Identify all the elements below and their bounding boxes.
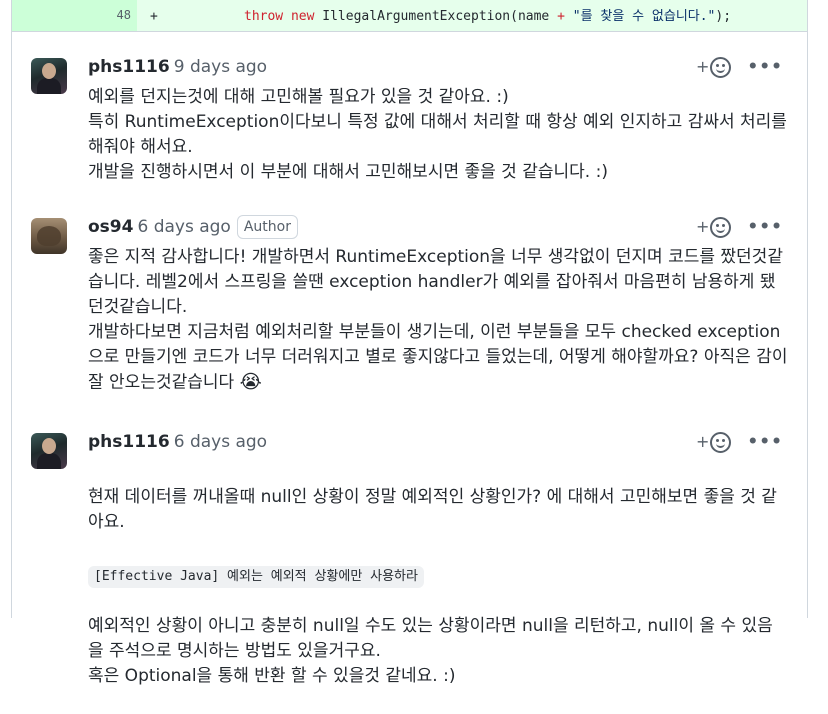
more-options-icon[interactable]: ••• bbox=[747, 54, 783, 80]
comment-timestamp[interactable]: 6 days ago bbox=[137, 217, 230, 237]
more-options-icon[interactable]: ••• bbox=[747, 429, 783, 455]
add-reaction-button[interactable]: + bbox=[696, 54, 732, 80]
add-reaction-button[interactable]: + bbox=[696, 429, 732, 455]
comment-body: 예외를 던지는것에 대해 고민해볼 필요가 있을 것 같아요. :) 특히 Ru… bbox=[88, 87, 787, 182]
comment-text: 예외적인 상황이 아니고 충분히 null일 수도 있는 상황이라면 null을… bbox=[88, 616, 773, 686]
comment-actions: + ••• bbox=[696, 429, 783, 455]
diff-code: throw new IllegalArgumentException(name … bbox=[244, 0, 731, 34]
smiley-icon bbox=[710, 216, 732, 238]
code-operator: + bbox=[557, 9, 565, 24]
diff-added-line: 48 + throw new IllegalArgumentException(… bbox=[12, 0, 807, 32]
comment-actions: + ••• bbox=[696, 214, 783, 240]
code-string: "를 찾을 수 없습니다." bbox=[564, 9, 716, 24]
author-badge: Author bbox=[236, 215, 298, 239]
avatar[interactable] bbox=[31, 433, 67, 469]
review-thread: 48 + throw new IllegalArgumentException(… bbox=[11, 0, 808, 686]
add-reaction-button[interactable]: + bbox=[696, 214, 732, 240]
code-text: ); bbox=[715, 9, 732, 24]
code-text: IllegalArgumentException(name bbox=[314, 9, 558, 24]
comment-text: 현재 데이터를 꺼내올때 null인 상황이 정말 예외적인 상황인가? 에 대… bbox=[88, 487, 777, 532]
smiley-icon bbox=[710, 56, 732, 78]
diff-line-number[interactable]: 48 bbox=[12, 0, 137, 31]
avatar[interactable] bbox=[31, 218, 67, 254]
comment-body: 현재 데이터를 꺼내올때 null인 상황이 정말 예외적인 상황인가? 에 대… bbox=[88, 460, 788, 714]
comment-author[interactable]: phs1116 bbox=[88, 57, 170, 77]
comment-header: os94 6 days ago Author bbox=[88, 214, 298, 240]
comment-author[interactable]: os94 bbox=[88, 217, 133, 237]
code-keyword: new bbox=[290, 9, 315, 24]
smiley-icon bbox=[710, 431, 732, 453]
diff-sign: + bbox=[150, 9, 158, 24]
avatar[interactable] bbox=[31, 58, 67, 94]
code-keyword: throw bbox=[244, 9, 284, 24]
comment-actions: + ••• bbox=[696, 54, 783, 80]
comment-timestamp[interactable]: 6 days ago bbox=[174, 432, 267, 452]
inline-code: [Effective Java] 예외는 예외적 상황에만 사용하라 bbox=[88, 566, 424, 588]
comment-header: phs1116 6 days ago bbox=[88, 429, 267, 455]
comment-author[interactable]: phs1116 bbox=[88, 432, 170, 452]
comment-body: 좋은 지적 감사합니다! 개발하면서 RuntimeException을 너무 … bbox=[88, 245, 788, 396]
comment-timestamp[interactable]: 9 days ago bbox=[174, 57, 267, 77]
comment-header: phs1116 9 days ago bbox=[88, 54, 267, 80]
more-options-icon[interactable]: ••• bbox=[747, 214, 783, 240]
crying-emoji: 😭 bbox=[239, 371, 262, 393]
comment-text: 좋은 지적 감사합니다! 개발하면서 RuntimeException을 너무 … bbox=[88, 247, 788, 393]
